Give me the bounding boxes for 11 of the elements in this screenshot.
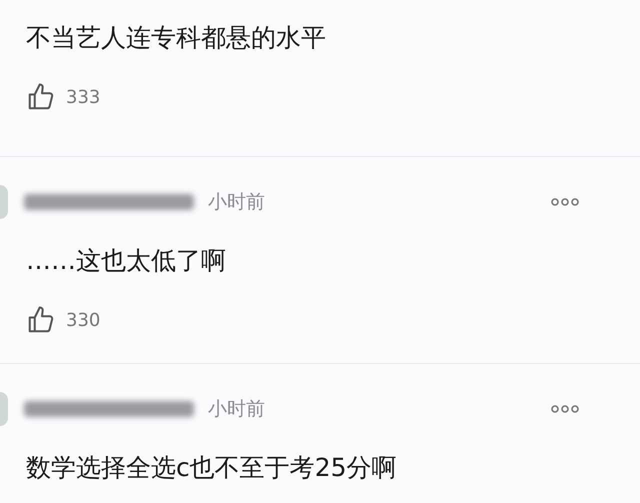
like-count: 330 xyxy=(66,308,100,332)
comment-time: 小时前 xyxy=(208,190,265,215)
comment-text: ……这也太低了啊 xyxy=(26,245,227,277)
comment-text: 不当艺人连专科都悬的水平 xyxy=(26,22,327,54)
thumbs-up-icon xyxy=(26,305,56,335)
comment-time: 小时前 xyxy=(208,396,265,422)
thumbs-up-icon xyxy=(26,82,56,112)
more-icon[interactable] xyxy=(550,404,580,414)
like-count: 333 xyxy=(66,86,100,110)
comment-text: 数学选择全选c也不至于考25分啊 xyxy=(26,452,398,484)
more-icon[interactable] xyxy=(550,197,580,207)
